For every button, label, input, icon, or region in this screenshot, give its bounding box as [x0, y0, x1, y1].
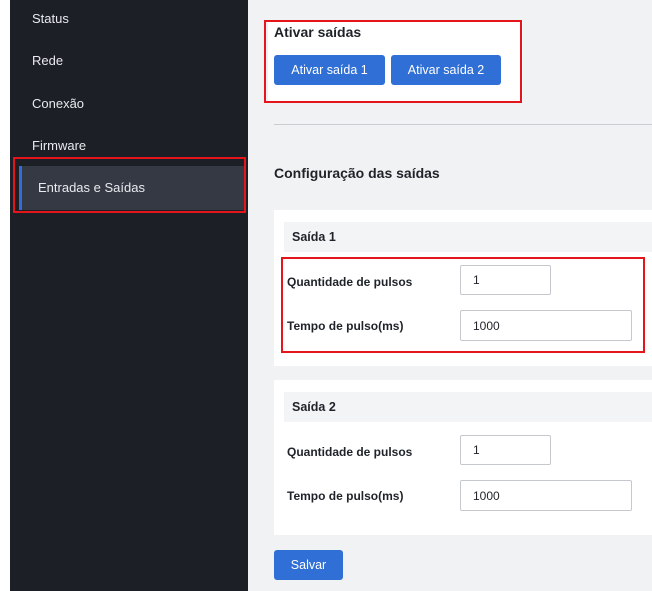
- sidebar-item-label: Conexão: [32, 96, 85, 111]
- save-button[interactable]: Salvar: [274, 550, 343, 580]
- sidebar-item-label: Status: [32, 11, 69, 26]
- output-1-header: Saída 1: [284, 222, 652, 252]
- sidebar-item-status[interactable]: Status: [10, 1, 248, 37]
- sidebar-item-label: Rede: [32, 53, 64, 68]
- sidebar-item-label: Firmware: [32, 138, 87, 153]
- highlight-box-output-1-fields: [281, 257, 645, 353]
- output-2-header: Saída 2: [284, 392, 652, 422]
- output-2-pulse-time-label: Tempo de pulso(ms): [287, 489, 404, 503]
- sidebar: Status Rede Conexão Firmware Entradas e …: [10, 0, 248, 591]
- highlight-box-sidebar: [13, 157, 246, 213]
- output-2-card: Saída 2 Quantidade de pulsos Tempo de pu…: [274, 380, 652, 535]
- sidebar-item-rede[interactable]: Rede: [10, 43, 248, 79]
- section-divider: [274, 124, 652, 125]
- output-2-pulse-qty-label: Quantidade de pulsos: [287, 445, 413, 459]
- output-2-pulse-qty-input[interactable]: [460, 435, 551, 465]
- outputs-config-title: Configuração das saídas: [274, 165, 440, 181]
- highlight-box-activate: [264, 20, 522, 103]
- output-2-pulse-time-input[interactable]: [460, 480, 632, 511]
- sidebar-item-conexao[interactable]: Conexão: [10, 86, 248, 122]
